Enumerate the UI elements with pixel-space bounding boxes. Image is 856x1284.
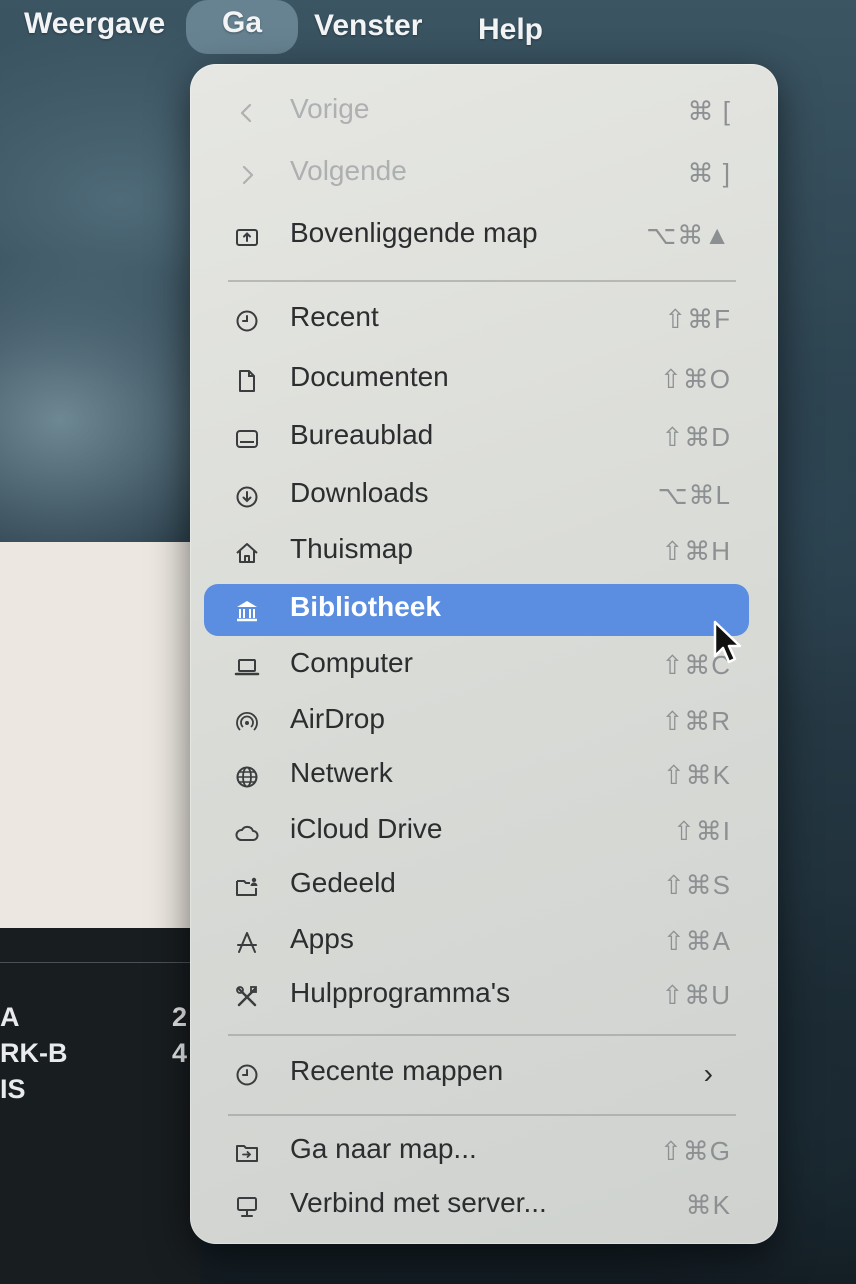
- menubar-item-help[interactable]: Help: [464, 10, 557, 54]
- background-row-label: RK-B: [0, 1038, 68, 1068]
- go-to-folder-icon: [234, 1140, 260, 1166]
- menu-item-hulpprogrammas[interactable]: Hulpprogramma's ⇧⌘U: [204, 970, 749, 1022]
- menu-separator: [228, 1114, 736, 1116]
- menu-item-shortcut: ⇧⌘S: [662, 870, 731, 900]
- menu-item-label: Bovenliggende map: [290, 217, 538, 248]
- menu-item-shortcut: ⇧⌘O: [659, 364, 731, 394]
- clock-icon: [234, 1062, 260, 1088]
- shared-folder-icon: [234, 874, 260, 900]
- background-divider: [0, 962, 200, 963]
- menu-item-downloads[interactable]: Downloads ⌥⌘L: [204, 470, 749, 522]
- menu-item-bibliotheek[interactable]: Bibliotheek: [204, 584, 749, 636]
- mouse-cursor-icon: [713, 620, 742, 664]
- server-icon: [234, 1194, 260, 1220]
- airdrop-icon: [234, 710, 260, 736]
- home-icon: [234, 540, 260, 566]
- background-row: A 2: [0, 1002, 187, 1033]
- menu-item-thuismap[interactable]: Thuismap ⇧⌘H: [204, 526, 749, 578]
- menu-item-label: Downloads: [290, 477, 429, 508]
- menubar-item-ga[interactable]: Ga: [186, 0, 298, 54]
- menu-item-label: Recente mappen: [290, 1055, 504, 1086]
- utilities-icon: [234, 984, 260, 1010]
- background-row-label: IS: [0, 1074, 26, 1104]
- menu-item-vorige[interactable]: Vorige ⌘ [: [204, 86, 749, 138]
- menu-item-bureaublad[interactable]: Bureaublad ⇧⌘D: [204, 412, 749, 464]
- menu-item-label: Thuismap: [290, 533, 413, 564]
- menu-item-label: Documenten: [290, 361, 449, 392]
- menu-item-label: Hulpprogramma's: [290, 977, 511, 1008]
- menu-item-label: Gedeeld: [290, 867, 396, 898]
- background-window-panel: [0, 542, 200, 928]
- menu-item-icloud-drive[interactable]: iCloud Drive ⇧⌘I: [204, 806, 749, 858]
- menu-item-label: Computer: [290, 647, 413, 678]
- menu-item-shortcut: ⌥⌘L: [657, 480, 731, 510]
- menu-item-label: Bibliotheek: [290, 591, 441, 622]
- menu-item-bovenliggende-map[interactable]: Bovenliggende map ⌥⌘▲: [204, 210, 749, 262]
- document-icon: [234, 368, 260, 394]
- enclosing-folder-icon: [234, 224, 260, 250]
- menu-item-shortcut: ⇧⌘G: [659, 1136, 731, 1166]
- menu-item-label: Volgende: [290, 155, 407, 186]
- menu-item-apps[interactable]: Apps ⇧⌘A: [204, 916, 749, 968]
- apps-icon: [234, 930, 260, 956]
- menu-item-volgende[interactable]: Volgende ⌘ ]: [204, 148, 749, 200]
- menu-item-shortcut: ⇧⌘H: [661, 536, 731, 566]
- menu-item-shortcut: ⌥⌘▲: [646, 220, 731, 250]
- menu-item-verbind-met-server[interactable]: Verbind met server... ⌘K: [204, 1180, 749, 1232]
- menu-item-label: Netwerk: [290, 757, 393, 788]
- menu-item-computer[interactable]: Computer ⇧⌘C: [204, 640, 749, 692]
- cloud-icon: [234, 820, 260, 846]
- menubar-item-weergave[interactable]: Weergave: [10, 4, 179, 48]
- menu-item-shortcut: ⇧⌘D: [661, 422, 731, 452]
- ga-menu: Vorige ⌘ [ Volgende ⌘ ] Bovenliggende ma…: [190, 64, 778, 1244]
- menu-item-label: Vorige: [290, 93, 370, 124]
- laptop-icon: [234, 654, 260, 680]
- background-window-list: [0, 928, 200, 1284]
- menu-item-shortcut: ⇧⌘K: [662, 760, 731, 790]
- menu-item-shortcut: ⇧⌘R: [661, 706, 731, 736]
- menu-item-recent[interactable]: Recent ⇧⌘F: [204, 294, 749, 346]
- menu-item-label: Verbind met server...: [290, 1187, 547, 1218]
- menubar-item-venster[interactable]: Venster: [300, 6, 436, 50]
- globe-icon: [234, 764, 260, 790]
- menu-item-label: AirDrop: [290, 703, 385, 734]
- menu-item-ga-naar-map[interactable]: Ga naar map... ⇧⌘G: [204, 1126, 749, 1178]
- menu-item-label: Recent: [290, 301, 379, 332]
- menu-item-shortcut: ⇧⌘U: [661, 980, 731, 1010]
- menu-item-documenten[interactable]: Documenten ⇧⌘O: [204, 354, 749, 406]
- menu-item-shortcut: ⇧⌘A: [662, 926, 731, 956]
- background-row-value: 4: [172, 1038, 188, 1068]
- menu-separator: [228, 280, 736, 282]
- menu-item-shortcut: ⇧⌘F: [664, 304, 731, 334]
- background-row-label: A: [0, 1002, 20, 1032]
- menu-item-shortcut: ⇧⌘I: [672, 816, 731, 846]
- desktop-icon: [234, 426, 260, 452]
- menu-item-gedeeld[interactable]: Gedeeld ⇧⌘S: [204, 860, 749, 912]
- background-row: IS: [0, 1074, 26, 1105]
- menu-item-recente-mappen[interactable]: Recente mappen ›: [204, 1048, 749, 1100]
- menu-item-netwerk[interactable]: Netwerk ⇧⌘K: [204, 750, 749, 802]
- download-icon: [234, 484, 260, 510]
- menu-item-airdrop[interactable]: AirDrop ⇧⌘R: [204, 696, 749, 748]
- clock-icon: [234, 308, 260, 334]
- menu-item-label: iCloud Drive: [290, 813, 443, 844]
- chevron-right-icon: [234, 162, 260, 188]
- menu-item-shortcut: ⌘ ]: [687, 158, 731, 188]
- background-row: RK-B 4: [0, 1038, 187, 1069]
- background-row-value: 2: [172, 1002, 188, 1032]
- library-icon: [234, 598, 260, 624]
- menu-item-label: Ga naar map...: [290, 1133, 477, 1164]
- menu-bar: Weergave Ga Venster Help: [0, 0, 856, 56]
- menu-separator: [228, 1034, 736, 1036]
- menu-item-label: Apps: [290, 923, 354, 954]
- menu-item-label: Bureaublad: [290, 419, 434, 450]
- submenu-chevron-icon: ›: [703, 1058, 713, 1089]
- menu-item-shortcut: ⌘ [: [687, 96, 731, 126]
- chevron-left-icon: [234, 100, 260, 126]
- menu-item-shortcut: ⌘K: [685, 1190, 731, 1220]
